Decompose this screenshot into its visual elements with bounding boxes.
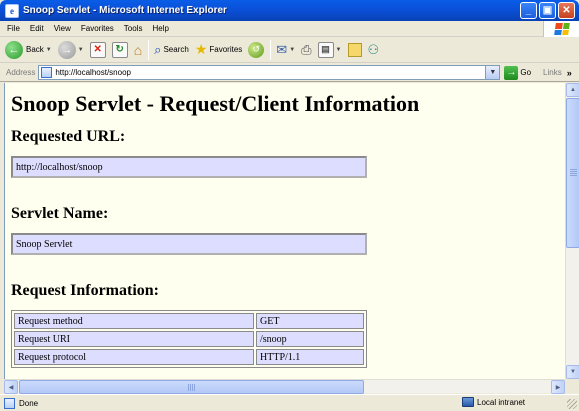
- chevron-right-double-icon[interactable]: »: [567, 68, 572, 78]
- print-icon: ⎙: [301, 41, 312, 57]
- standard-toolbar: ← Back ▼ → ▼ ✕ ↻ ⌂ ⌕ Search ★ Favorites …: [0, 37, 579, 63]
- request-info-heading: Request Information:: [11, 282, 159, 299]
- table-row: Request protocol HTTP/1.1: [14, 349, 364, 365]
- toolbar-separator: [270, 39, 272, 60]
- menu-favorites[interactable]: Favorites: [76, 24, 119, 33]
- mail-icon: ✉: [276, 41, 288, 57]
- vertical-scrollbar[interactable]: ▲ ▼: [565, 83, 579, 379]
- links-label[interactable]: Links: [543, 68, 562, 77]
- scroll-left-icon[interactable]: ◀: [4, 380, 18, 394]
- edit-button[interactable]: ▤ ▼: [317, 41, 342, 58]
- scroll-up-icon[interactable]: ▲: [566, 83, 579, 97]
- favorites-button[interactable]: ★ Favorites: [195, 41, 242, 58]
- page-icon: [41, 67, 53, 78]
- messenger-icon: ⚇: [367, 41, 380, 57]
- stop-button[interactable]: ✕: [89, 41, 106, 58]
- row-value: HTTP/1.1: [256, 349, 364, 365]
- discuss-button[interactable]: [347, 42, 362, 57]
- row-key: Request method: [14, 313, 254, 329]
- chevron-down-icon[interactable]: ▼: [485, 66, 500, 79]
- resize-grip-icon[interactable]: [567, 399, 577, 409]
- search-button[interactable]: ⌕ Search: [154, 42, 189, 58]
- title-bar[interactable]: e Snoop Servlet - Microsoft Internet Exp…: [0, 0, 579, 21]
- edit-icon: ▤: [317, 41, 334, 58]
- toolbar-separator: [148, 39, 150, 60]
- back-arrow-icon: ←: [5, 40, 23, 59]
- stop-icon: ✕: [89, 41, 106, 58]
- row-key: Request URI: [14, 331, 254, 347]
- go-label: Go: [520, 68, 532, 77]
- home-button[interactable]: ⌂: [134, 42, 142, 58]
- window-controls: _ ▣ ✕: [520, 2, 575, 19]
- star-icon: ★: [194, 41, 208, 57]
- forward-arrow-icon: →: [57, 40, 76, 59]
- table-row: Request URI /snoop: [14, 331, 364, 347]
- address-input[interactable]: http://localhost/snoop ▼: [38, 65, 501, 80]
- page-content: Snoop Servlet - Request/Client Informati…: [5, 83, 565, 368]
- history-button[interactable]: ↺: [248, 41, 265, 58]
- history-icon: ↺: [248, 41, 265, 58]
- menu-bar: File Edit View Favorites Tools Help: [0, 21, 579, 37]
- scroll-right-icon[interactable]: ▶: [551, 380, 565, 394]
- favorites-label: Favorites: [209, 45, 243, 54]
- address-bar: Address http://localhost/snoop ▼ → Go Li…: [0, 64, 579, 82]
- close-button[interactable]: ✕: [558, 2, 575, 19]
- vertical-scroll-thumb[interactable]: [566, 98, 579, 248]
- search-icon: ⌕: [154, 41, 162, 57]
- ie-page-icon: e: [5, 3, 19, 18]
- mail-button[interactable]: ✉ ▼: [276, 42, 295, 58]
- windows-logo-icon: [543, 21, 579, 37]
- chevron-down-icon[interactable]: ▼: [289, 47, 295, 53]
- messenger-button[interactable]: ⚇: [368, 42, 380, 58]
- back-label: Back: [26, 45, 44, 54]
- chevron-down-icon[interactable]: ▼: [46, 47, 52, 53]
- status-text-area: Done: [4, 397, 39, 409]
- status-bar: Done Local intranet: [0, 394, 579, 411]
- status-text: Done: [19, 398, 39, 408]
- forward-button[interactable]: → ▼: [57, 40, 84, 59]
- servlet-name-value: Snoop Servlet: [11, 233, 367, 255]
- menu-file[interactable]: File: [0, 24, 25, 33]
- page-viewport[interactable]: Snoop Servlet - Request/Client Informati…: [4, 83, 565, 379]
- row-value: GET: [256, 313, 364, 329]
- page-done-icon: [4, 397, 15, 409]
- home-icon: ⌂: [133, 41, 143, 58]
- requested-url-value: http://localhost/snoop: [11, 156, 367, 178]
- refresh-icon: ↻: [111, 41, 128, 58]
- local-intranet-icon: [462, 397, 474, 407]
- menu-view[interactable]: View: [49, 24, 76, 33]
- page-heading: Snoop Servlet - Request/Client Informati…: [11, 91, 420, 116]
- menu-edit[interactable]: Edit: [25, 24, 49, 33]
- horizontal-scrollbar[interactable]: ◀ ▶: [4, 379, 565, 394]
- scroll-down-icon[interactable]: ▼: [566, 365, 579, 379]
- address-url[interactable]: http://localhost/snoop: [55, 68, 131, 77]
- table-row: Request method GET: [14, 313, 364, 329]
- chevron-down-icon[interactable]: ▼: [78, 47, 84, 53]
- refresh-button[interactable]: ↻: [111, 41, 128, 58]
- minimize-button[interactable]: _: [520, 2, 537, 19]
- print-button[interactable]: ⎙: [301, 42, 311, 58]
- address-label: Address: [6, 68, 36, 77]
- menu-tools[interactable]: Tools: [119, 24, 148, 33]
- horizontal-scroll-thumb[interactable]: [19, 380, 364, 394]
- request-info-table: Request method GET Request URI /snoop Re…: [11, 310, 367, 368]
- requested-url-heading: Requested URL:: [11, 128, 126, 145]
- zone-text: Local intranet: [477, 397, 526, 407]
- note-icon: [347, 42, 362, 57]
- maximize-button[interactable]: ▣: [539, 2, 556, 19]
- servlet-name-heading: Servlet Name:: [11, 205, 109, 222]
- row-key: Request protocol: [14, 349, 254, 365]
- go-arrow-icon: →: [504, 65, 519, 80]
- security-zone[interactable]: Local intranet: [462, 397, 525, 407]
- row-value: /snoop: [256, 331, 364, 347]
- window-title: Snoop Servlet - Microsoft Internet Explo…: [23, 5, 227, 16]
- go-button[interactable]: → Go: [504, 65, 532, 80]
- back-button[interactable]: ← Back ▼: [5, 40, 52, 59]
- search-label: Search: [163, 45, 189, 54]
- chevron-down-icon[interactable]: ▼: [336, 47, 342, 53]
- scrollbar-corner: [565, 379, 579, 393]
- menu-help[interactable]: Help: [147, 24, 173, 33]
